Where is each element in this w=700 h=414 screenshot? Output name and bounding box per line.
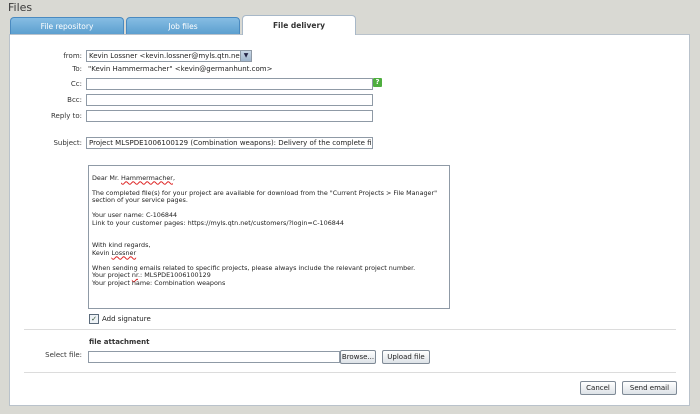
- cc-label: Cc:: [70, 80, 82, 88]
- body-signature-name: Kevin Lossner: [92, 248, 137, 257]
- divider: [24, 329, 676, 330]
- email-body-textarea[interactable]: Dear Mr. Hammermacher, The completed fil…: [88, 165, 450, 309]
- file-path-input[interactable]: [88, 351, 340, 363]
- from-select-value: Kevin Lossner <kevin.lossner@myls.qtn.ne…: [89, 52, 249, 60]
- add-signature-checkbox[interactable]: ✓: [89, 314, 99, 324]
- body-line: Your project name: Combination weapons: [92, 278, 226, 287]
- subject-input[interactable]: Project MLSPDE1006100129 (Combination we…: [86, 137, 373, 149]
- cc-input[interactable]: [86, 78, 373, 90]
- file-delivery-panel: from: Kevin Lossner <kevin.lossner@myls.…: [9, 34, 690, 406]
- attachment-section-title: file attachment: [89, 338, 150, 346]
- tab-file-delivery[interactable]: File delivery: [242, 15, 356, 35]
- body-line: With kind regards,: [92, 241, 151, 249]
- help-icon[interactable]: ?: [373, 78, 382, 87]
- select-file-label: Select file:: [45, 351, 82, 359]
- subject-label: Subject:: [53, 139, 82, 147]
- bcc-input[interactable]: [86, 94, 373, 106]
- body-line: section of your service pages.: [92, 196, 188, 204]
- send-email-button[interactable]: Send email: [622, 381, 677, 395]
- browse-button[interactable]: Browse...: [340, 350, 376, 364]
- tab-job-files[interactable]: Job files: [126, 17, 240, 34]
- upload-file-button[interactable]: Upload file: [382, 350, 430, 364]
- bcc-label: Bcc:: [67, 96, 82, 104]
- cancel-button[interactable]: Cancel: [580, 381, 616, 395]
- from-label: from:: [63, 52, 82, 60]
- body-greeting: Dear Mr. Hammermacher,: [92, 173, 175, 182]
- tab-file-repository[interactable]: File repository: [10, 17, 124, 34]
- reply-to-input[interactable]: [86, 110, 373, 122]
- chevron-down-icon: ▼: [240, 51, 251, 61]
- reply-to-label: Reply to:: [51, 112, 82, 120]
- add-signature-label: Add signature: [102, 315, 151, 323]
- from-select[interactable]: Kevin Lossner <kevin.lossner@myls.qtn.ne…: [86, 50, 252, 62]
- page-title: Files: [8, 1, 33, 14]
- divider: [24, 372, 676, 373]
- body-line: Link to your customer pages: https://myl…: [92, 218, 344, 227]
- to-value: "Kevin Hammermacher" <kevin@germanhunt.c…: [88, 65, 273, 73]
- to-label: To:: [72, 65, 82, 73]
